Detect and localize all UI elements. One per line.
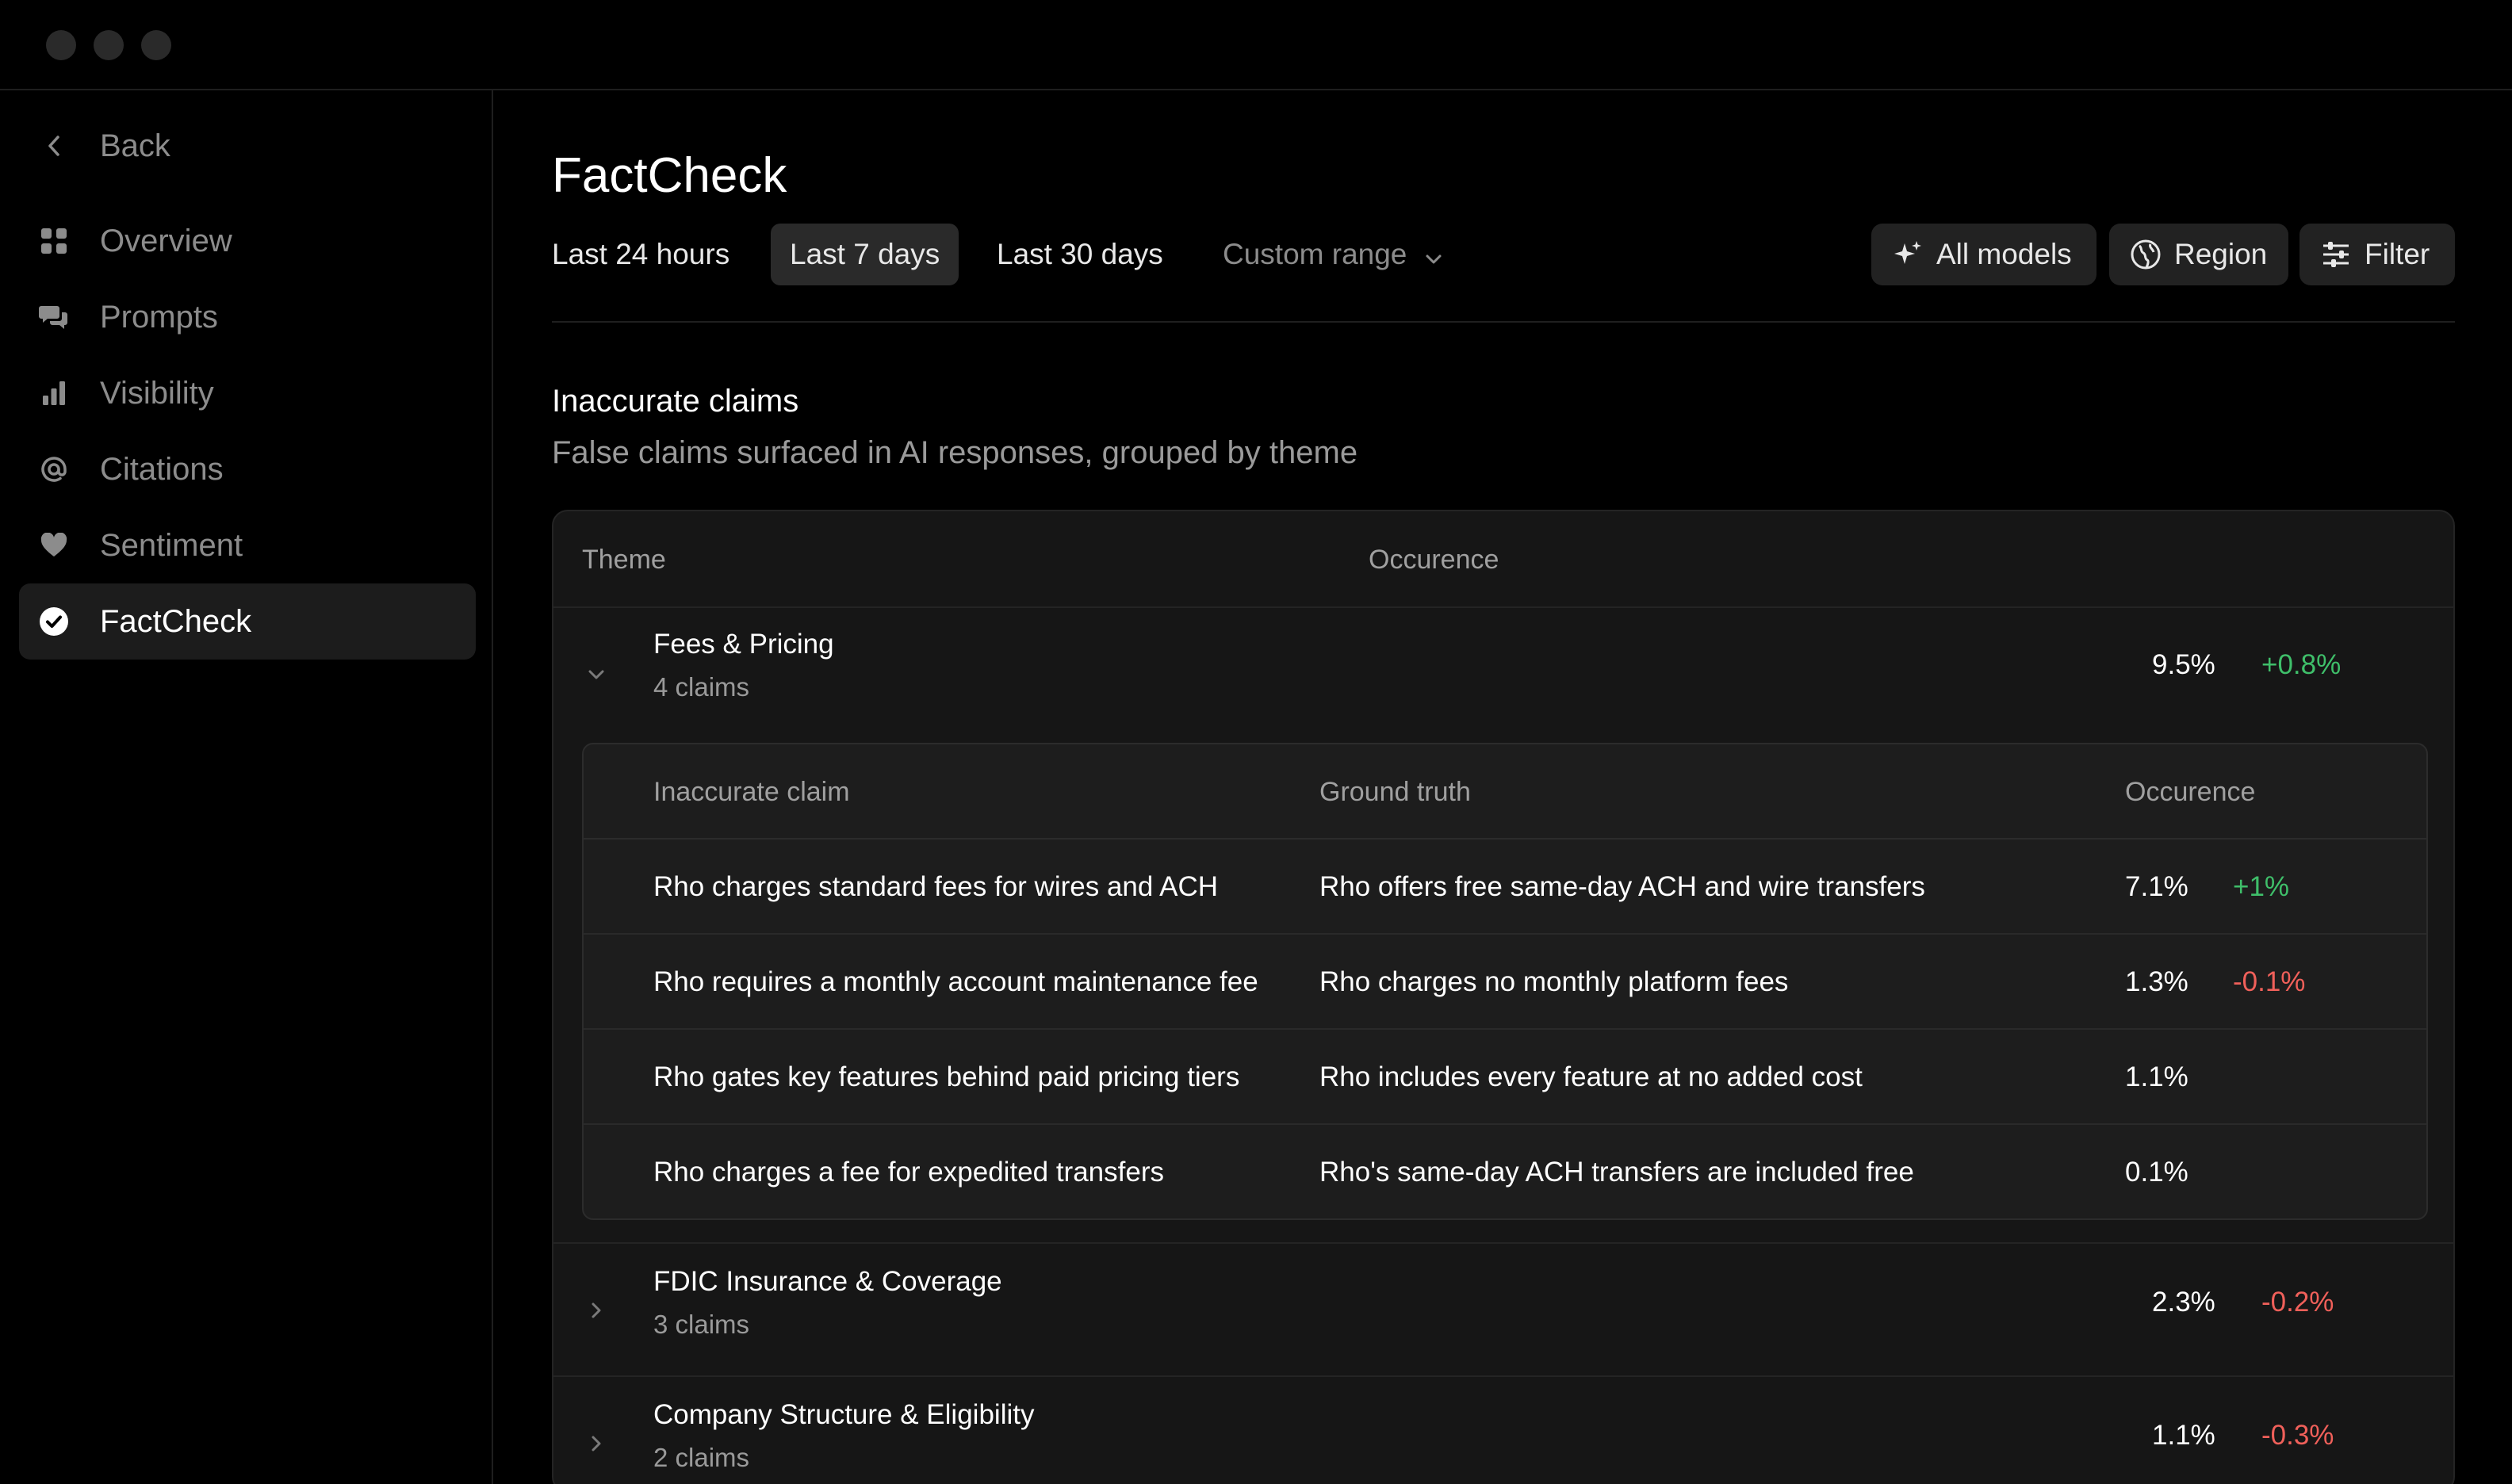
bar-chart-icon	[38, 377, 70, 409]
claim-row[interactable]: Rho charges a fee for expedited transfer…	[584, 1125, 2426, 1220]
globe-icon	[2130, 239, 2162, 270]
grid-icon	[38, 225, 70, 257]
page-title: FactCheck	[552, 148, 787, 203]
sidebar-item-visibility[interactable]: Visibility	[19, 355, 476, 431]
theme-group-company-structure[interactable]: Company Structure & Eligibility 2 claims…	[553, 1379, 2453, 1484]
back-button[interactable]: Back	[19, 108, 476, 184]
theme-name: Company Structure & Eligibility	[653, 1399, 1035, 1430]
chat-bubbles-icon	[38, 301, 70, 333]
chevron-left-icon	[38, 130, 70, 162]
claim-row[interactable]: Rho gates key features behind paid prici…	[584, 1030, 2426, 1125]
window-minimize-button[interactable]	[94, 30, 124, 60]
section-title: Inaccurate claims	[552, 384, 799, 419]
theme-delta: -0.3%	[2261, 1420, 2334, 1451]
theme-delta: +0.8%	[2261, 649, 2342, 680]
claims-table: Theme Occurence Fees & Pricing 4 claims …	[552, 510, 2455, 1484]
theme-claim-count: 3 claims	[653, 1310, 750, 1339]
ground-truth-text: Rho's same-day ACH transfers are include…	[1319, 1157, 1914, 1188]
claim-occurrence: 0.1%	[2125, 1157, 2188, 1188]
all-models-button[interactable]: All models	[1871, 224, 2097, 285]
col-occurrence-header: Occurence	[2125, 777, 2256, 807]
claim-delta: -0.1%	[2233, 966, 2306, 997]
claims-subtable: Inaccurate claim Ground truth Occurence …	[582, 743, 2428, 1220]
theme-row[interactable]: Fees & Pricing 4 claims 9.5% +0.8%	[553, 608, 2453, 744]
sliders-icon	[2320, 239, 2352, 270]
sidebar-item-label: Sentiment	[100, 528, 243, 563]
chevron-down-icon	[1424, 225, 1443, 287]
range-last-24-hours[interactable]: Last 24 hours	[533, 224, 749, 285]
subtable-header: Inaccurate claim Ground truth Occurence	[584, 744, 2426, 840]
check-circle-icon	[38, 606, 70, 637]
claim-row[interactable]: Rho charges standard fees for wires and …	[584, 840, 2426, 935]
theme-occurrence: 2.3%	[2152, 1287, 2215, 1318]
ground-truth-text: Rho offers free same-day ACH and wire tr…	[1319, 871, 1925, 902]
claim-text: Rho charges standard fees for wires and …	[653, 871, 1219, 902]
custom-range-label: Custom range	[1223, 238, 1407, 270]
table-header: Theme Occurence	[553, 511, 2453, 608]
theme-occurrence: 9.5%	[2152, 649, 2215, 680]
sidebar-item-sentiment[interactable]: Sentiment	[19, 507, 476, 583]
claim-occurrence: 1.3%	[2125, 966, 2188, 997]
custom-range-dropdown[interactable]: Custom range	[1204, 224, 1462, 285]
window-maximize-button[interactable]	[141, 30, 171, 60]
theme-occurrence: 1.1%	[2152, 1420, 2215, 1451]
ground-truth-text: Rho charges no monthly platform fees	[1319, 966, 1789, 997]
at-sign-icon	[38, 453, 70, 485]
claim-row[interactable]: Rho requires a monthly account maintenan…	[584, 935, 2426, 1030]
sidebar-item-label: Citations	[100, 452, 224, 487]
chevron-down-icon[interactable]	[582, 660, 611, 689]
sidebar-item-overview[interactable]: Overview	[19, 203, 476, 279]
theme-name: FDIC Insurance & Coverage	[653, 1266, 1002, 1297]
sidebar-item-factcheck[interactable]: FactCheck	[19, 583, 476, 660]
sidebar: Back Overview Prompts Visibility Citatio…	[0, 90, 493, 1484]
section-subtitle: False claims surfaced in AI responses, g…	[552, 435, 1358, 470]
chevron-right-icon[interactable]	[582, 1296, 611, 1325]
window-titlebar	[0, 0, 2512, 90]
theme-delta: -0.2%	[2261, 1287, 2334, 1318]
theme-claim-count: 4 claims	[653, 672, 750, 702]
claim-occurrence: 1.1%	[2125, 1061, 2188, 1092]
back-label: Back	[100, 128, 170, 163]
col-claim-header: Inaccurate claim	[653, 777, 850, 807]
claim-text: Rho gates key features behind paid prici…	[653, 1061, 1240, 1092]
sidebar-item-citations[interactable]: Citations	[19, 431, 476, 507]
sparkle-icon	[1892, 239, 1924, 270]
filter-label: Filter	[2365, 238, 2430, 270]
claim-text: Rho requires a monthly account maintenan…	[653, 966, 1258, 997]
window-close-button[interactable]	[46, 30, 76, 60]
theme-claim-count: 2 claims	[653, 1443, 750, 1472]
col-occurrence-header: Occurence	[1369, 545, 1499, 575]
header-divider	[552, 321, 2455, 323]
sidebar-item-label: Visibility	[100, 376, 214, 411]
range-last-30-days[interactable]: Last 30 days	[978, 224, 1182, 285]
theme-group-fdic[interactable]: FDIC Insurance & Coverage 3 claims 2.3% …	[553, 1245, 2453, 1377]
heart-icon	[38, 530, 70, 561]
ground-truth-text: Rho includes every feature at no added c…	[1319, 1061, 1863, 1092]
region-button[interactable]: Region	[2109, 224, 2288, 285]
chevron-right-icon[interactable]	[582, 1429, 611, 1458]
filter-button[interactable]: Filter	[2299, 224, 2455, 285]
all-models-label: All models	[1936, 238, 2072, 270]
claim-occurrence: 7.1%	[2125, 871, 2188, 902]
claim-delta: +1%	[2233, 871, 2290, 902]
sidebar-item-label: FactCheck	[100, 604, 252, 639]
theme-name: Fees & Pricing	[653, 629, 834, 660]
region-label: Region	[2174, 238, 2268, 270]
range-last-7-days[interactable]: Last 7 days	[771, 224, 959, 285]
sidebar-item-label: Overview	[100, 224, 232, 258]
sidebar-item-label: Prompts	[100, 300, 218, 335]
sidebar-item-prompts[interactable]: Prompts	[19, 279, 476, 355]
col-truth-header: Ground truth	[1319, 777, 1471, 807]
col-theme-header: Theme	[582, 545, 666, 575]
claim-text: Rho charges a fee for expedited transfer…	[653, 1157, 1164, 1188]
